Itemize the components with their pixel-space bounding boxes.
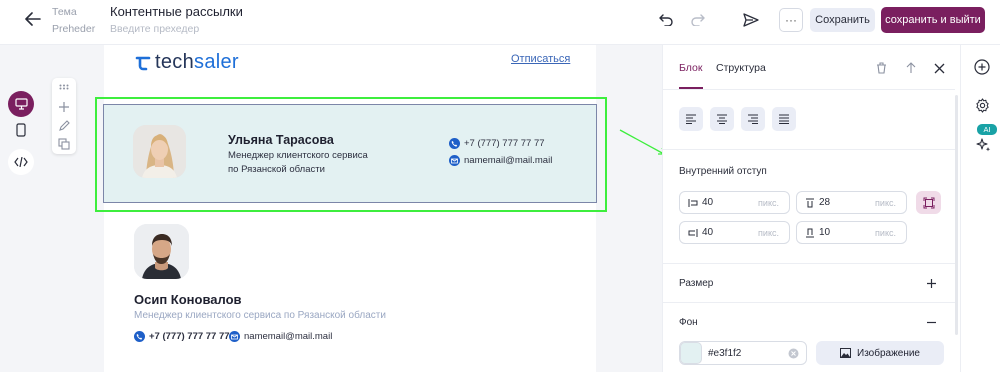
more-button[interactable]: ···: [779, 8, 803, 32]
padding-right-field[interactable]: 40 пикс.: [679, 221, 790, 244]
annotation-arrow-icon: [619, 129, 667, 155]
align-justify-button[interactable]: [772, 107, 796, 131]
save-exit-button[interactable]: сохранить и выйти: [881, 7, 985, 33]
background-color-field[interactable]: #e3f1f2: [679, 341, 807, 365]
move-up-icon[interactable]: [903, 60, 919, 76]
code-view-button[interactable]: [8, 149, 34, 175]
panel-scrollbar[interactable]: [955, 95, 958, 335]
add-icon[interactable]: [56, 99, 72, 115]
padding-bottom-icon: [806, 228, 814, 237]
background-label: Фон: [679, 317, 698, 328]
background-image-button[interactable]: Изображение: [816, 341, 944, 365]
add-circle-icon[interactable]: [973, 58, 991, 76]
drag-handle-icon[interactable]: [56, 80, 72, 94]
preheader-label: Preheder: [52, 23, 96, 35]
desktop-view-button[interactable]: [8, 91, 34, 117]
delete-icon[interactable]: [873, 60, 889, 76]
preheader-input[interactable]: Введите прехедер: [110, 23, 199, 35]
settings-panel: Блок Структура Внутренний отступ 40 пикс…: [662, 45, 960, 372]
edit-icon[interactable]: [56, 118, 72, 134]
align-left-button[interactable]: [679, 107, 703, 131]
link-padding-button[interactable]: [916, 191, 941, 214]
topic-value[interactable]: Контентные рассылки: [110, 4, 243, 19]
collapse-background-icon[interactable]: [924, 315, 938, 329]
mobile-view-button[interactable]: [8, 117, 34, 143]
contact-name: Осип Коновалов: [134, 292, 242, 307]
undo-icon[interactable]: [656, 11, 676, 29]
selection-highlight: [95, 97, 607, 212]
clear-icon[interactable]: [788, 348, 799, 359]
color-hex-value[interactable]: #e3f1f2: [708, 348, 741, 359]
close-icon[interactable]: [931, 60, 947, 76]
top-bar: Тема Контентные рассылки Preheder Введит…: [0, 0, 1000, 45]
redo-icon[interactable]: [688, 11, 708, 29]
padding-label: Внутренний отступ: [679, 166, 767, 177]
contact-email[interactable]: namemail@mail.mail: [229, 331, 332, 342]
padding-top-field[interactable]: 28 пикс.: [796, 191, 907, 214]
padding-left-icon: [688, 198, 698, 207]
save-button[interactable]: Сохранить: [810, 8, 875, 32]
logo: techsaler: [134, 51, 239, 74]
padding-bottom-field[interactable]: 10 пикс.: [796, 221, 907, 244]
mail-icon: [229, 331, 240, 342]
expand-size-icon[interactable]: [924, 276, 938, 290]
logo-prefix: tech: [155, 51, 195, 73]
block-toolbar: [52, 78, 76, 154]
tab-block[interactable]: Блок: [679, 62, 702, 74]
unsubscribe-link[interactable]: Отписаться: [511, 53, 570, 65]
phone-icon: [134, 331, 145, 342]
size-label: Размер: [679, 278, 714, 289]
topic-label: Тема: [52, 6, 77, 18]
settings-gear-icon[interactable]: [973, 96, 991, 114]
tools-rail: [960, 45, 1000, 372]
ai-sparkle-icon[interactable]: [974, 136, 992, 154]
device-rail: [0, 45, 45, 372]
ai-badge: AI: [977, 124, 997, 135]
image-icon: [840, 348, 851, 358]
padding-left-field[interactable]: 40 пикс.: [679, 191, 790, 214]
logo-mark-icon: [135, 56, 151, 70]
padding-top-icon: [806, 198, 814, 207]
contact-role: Менеджер клиентского сервиса по Рязанско…: [134, 310, 386, 321]
logo-suffix: saler: [194, 51, 239, 73]
align-right-button[interactable]: [741, 107, 765, 131]
padding-right-icon: [688, 228, 698, 237]
avatar: [134, 224, 189, 279]
contact-phone: +7 (777) 777 77 77: [134, 331, 230, 342]
tab-structure[interactable]: Структура: [716, 62, 766, 74]
back-arrow-icon[interactable]: [22, 10, 44, 28]
align-center-button[interactable]: [710, 107, 734, 131]
color-swatch[interactable]: [680, 342, 702, 364]
duplicate-icon[interactable]: [56, 136, 72, 152]
send-icon[interactable]: [741, 10, 761, 30]
